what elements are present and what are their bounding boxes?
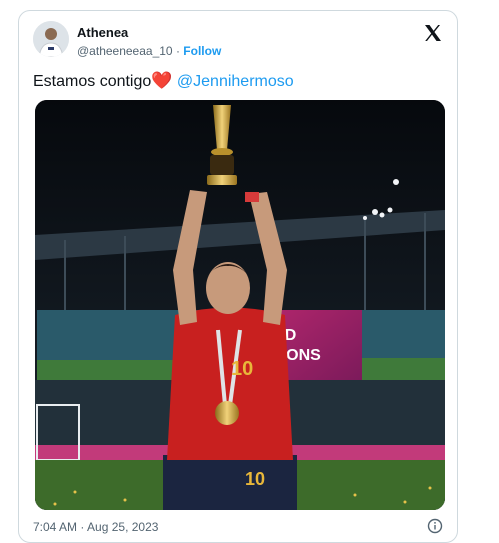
heart-emoji-icon: ❤️	[151, 71, 173, 90]
follow-button[interactable]: Follow	[183, 44, 221, 58]
tweet-body: Estamos contigo	[33, 73, 152, 90]
tweet-timestamp[interactable]: 7:04 AM · Aug 25, 2023	[33, 520, 158, 534]
tweet-card[interactable]: Athenea @atheeneeaa_10 · Follow Estamos …	[18, 10, 458, 543]
author-handle[interactable]: @atheeneeaa_10	[77, 44, 173, 58]
avatar[interactable]	[33, 21, 69, 57]
author-handle-row: @atheeneeaa_10 · Follow	[77, 44, 221, 58]
mention-link[interactable]: @Jennihermoso	[177, 73, 294, 90]
svg-text:10: 10	[245, 469, 265, 489]
separator-dot: ·	[172, 44, 184, 58]
tweet-text: Estamos contigo❤️ @Jennihermoso	[33, 71, 294, 91]
author-name[interactable]: Athenea	[77, 25, 128, 40]
jersey-number: 10	[231, 358, 253, 380]
x-logo-icon[interactable]	[423, 23, 443, 43]
tweet-photo[interactable]: LD PIONS 10	[35, 100, 445, 510]
info-icon[interactable]	[427, 518, 443, 534]
